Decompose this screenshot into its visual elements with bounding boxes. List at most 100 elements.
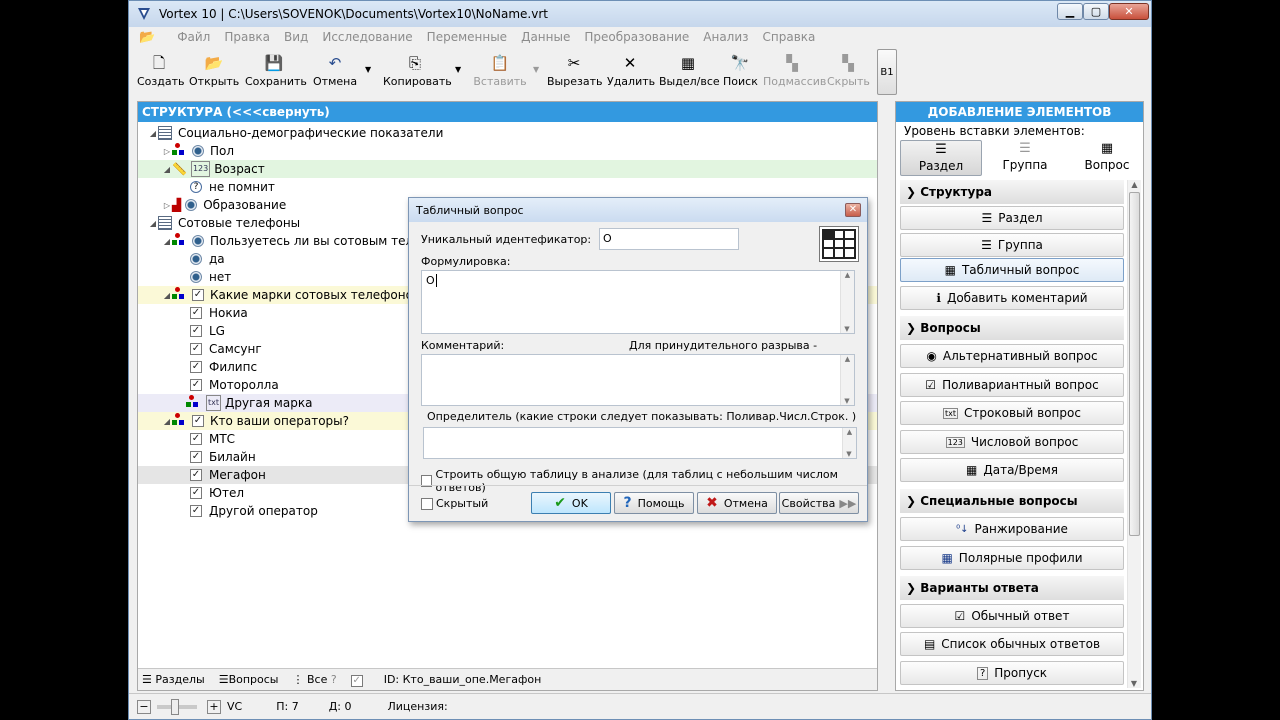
add-polar-profiles-button[interactable]: ▦ Полярные профили — [900, 546, 1124, 570]
add-skip-button[interactable]: ? Пропуск — [900, 661, 1124, 685]
collapsed-arrow-icon[interactable]: ▷ — [162, 201, 172, 210]
tab-section[interactable]: ☰ Раздел — [900, 140, 982, 176]
open-folder-icon[interactable]: 📂 — [139, 30, 155, 45]
tree-node-answer[interactable]: ? не помнит — [138, 178, 877, 196]
add-ranking-button[interactable]: ⁰↓ Ранжирование — [900, 517, 1124, 541]
help-icon[interactable]: ? — [331, 673, 337, 686]
close-button[interactable]: ✕ — [1109, 3, 1149, 20]
checkbox-filter[interactable]: ✓ — [350, 673, 370, 687]
collapse-arrow-icon: ❯ — [906, 321, 921, 335]
scroll-down-icon[interactable]: ▼ — [843, 450, 855, 458]
questions-filter-button[interactable]: ☰Вопросы — [219, 673, 279, 686]
zoom-slider[interactable] — [157, 698, 197, 715]
tab-group[interactable]: ☰ Группа — [984, 140, 1066, 176]
add-number-question-button[interactable]: 123 Числовой вопрос — [900, 430, 1124, 454]
tree-node-section[interactable]: ◢ Социально-демографические показатели — [138, 124, 877, 142]
tree-node-question[interactable]: ◢ 📏 123 Возраст — [138, 160, 877, 178]
expanded-arrow-icon[interactable]: ◢ — [162, 237, 172, 246]
create-button[interactable]: 🗋 Создать — [137, 51, 185, 95]
formulation-scrollbar[interactable]: ▲ ▼ — [840, 271, 854, 333]
b1-button[interactable]: B1 — [877, 49, 897, 95]
scroll-up-icon[interactable]: ▲ — [1128, 180, 1141, 189]
add-section-button[interactable]: ☰ Раздел — [900, 206, 1124, 230]
determinant-input[interactable]: ▲ ▼ — [423, 427, 857, 459]
search-button[interactable]: 🔭 Поиск — [723, 51, 758, 95]
add-alternative-question-button[interactable]: ◉ Альтернативный вопрос — [900, 344, 1124, 368]
build-table-checkbox[interactable]: Строить общую таблицу в анализе (для таб… — [421, 468, 867, 494]
menu-data[interactable]: Данные — [521, 30, 570, 44]
scroll-down-icon[interactable]: ▼ — [1128, 679, 1140, 688]
scroll-down-icon[interactable]: ▼ — [841, 397, 853, 405]
menu-analysis[interactable]: Анализ — [703, 30, 748, 44]
dialog-close-button[interactable]: ✕ — [845, 203, 861, 217]
add-string-question-button[interactable]: txt Строковый вопрос — [900, 401, 1124, 425]
add-datetime-question-button[interactable]: ▦ Дата/Время — [900, 458, 1124, 482]
save-button[interactable]: 💾 Сохранить — [245, 51, 307, 95]
menu-help[interactable]: Справка — [763, 30, 816, 44]
zoom-out-button[interactable]: − — [137, 699, 151, 714]
menu-edit[interactable]: Правка — [224, 30, 270, 44]
tab-question[interactable]: ▦ Вопрос — [1066, 140, 1148, 176]
help-button[interactable]: ? Помощь — [614, 492, 694, 514]
select-all-button[interactable]: ▦ Выдел/все — [659, 51, 720, 95]
add-answer-list-button[interactable]: ▤ Список обычных ответов — [900, 632, 1124, 656]
comment-textarea[interactable]: ▲ ▼ — [421, 354, 855, 406]
hide-button[interactable]: ▚ Скрыть — [827, 51, 870, 95]
open-button[interactable]: 📂 Открыть — [189, 51, 239, 95]
scroll-up-icon[interactable]: ▲ — [841, 271, 854, 279]
maximize-button[interactable]: ▢ — [1083, 3, 1109, 20]
right-panel-scrollbar[interactable]: ▲ ▼ — [1127, 180, 1141, 688]
expanded-arrow-icon[interactable]: ◢ — [148, 219, 158, 228]
properties-button[interactable]: Свойства ▶▶ — [779, 492, 859, 514]
add-group-button[interactable]: ☰ Группа — [900, 233, 1124, 257]
scroll-up-icon[interactable]: ▲ — [843, 428, 856, 436]
tree-node-question[interactable]: ▷ Пол — [138, 142, 877, 160]
section-answers-header[interactable]: ❯ Варианты ответа — [900, 576, 1124, 600]
section-questions-header[interactable]: ❯ Вопросы — [900, 316, 1124, 340]
menu-transform[interactable]: Преобразование — [584, 30, 689, 44]
section-structure-header[interactable]: ❯ Структура — [900, 180, 1124, 204]
undo-dropdown-icon[interactable]: ▼ — [365, 65, 371, 74]
expanded-arrow-icon[interactable]: ◢ — [162, 291, 172, 300]
p-count: П: 7 — [276, 700, 299, 713]
menu-variables[interactable]: Переменные — [427, 30, 507, 44]
zoom-slider-thumb[interactable] — [171, 698, 179, 715]
alternative-question-icon — [172, 233, 190, 249]
paste-dropdown-icon[interactable]: ▼ — [533, 65, 539, 74]
formulation-textarea[interactable]: О ▲ ▼ — [421, 270, 855, 334]
zoom-in-button[interactable]: + — [207, 699, 221, 714]
expanded-arrow-icon[interactable]: ◢ — [162, 165, 172, 174]
menu-research[interactable]: Исследование — [322, 30, 412, 44]
all-filter-button[interactable]: ⋮ Все ? — [292, 673, 336, 686]
structure-panel-header[interactable]: СТРУКТУРА (<<<свернуть) — [138, 102, 877, 122]
add-answer-button[interactable]: ☑ Обычный ответ — [900, 604, 1124, 628]
copy-button[interactable]: ⎘ Копировать — [383, 51, 452, 95]
determinant-scrollbar[interactable]: ▲ ▼ — [842, 428, 856, 458]
ok-button[interactable]: ✔ OK — [531, 492, 611, 514]
delete-button[interactable]: ✕ Удалить — [607, 51, 655, 95]
subarray-button[interactable]: ▚ Подмассив — [763, 51, 826, 95]
scrollbar-thumb[interactable] — [1129, 192, 1140, 536]
sections-filter-button[interactable]: ☰ Разделы — [142, 673, 205, 686]
section-special-header[interactable]: ❯ Специальные вопросы — [900, 489, 1124, 513]
paste-button[interactable]: 📋 Вставить — [473, 51, 527, 95]
menu-file[interactable]: Файл — [177, 30, 210, 44]
hidden-checkbox[interactable]: Скрытый — [421, 497, 488, 510]
id-input[interactable]: О — [599, 228, 739, 250]
comment-scrollbar[interactable]: ▲ ▼ — [840, 355, 854, 405]
menu-view[interactable]: Вид — [284, 30, 308, 44]
add-comment-button[interactable]: ℹ Добавить коментарий — [900, 286, 1124, 310]
scroll-down-icon[interactable]: ▼ — [841, 325, 853, 333]
undo-button[interactable]: ↶ Отмена — [313, 51, 357, 95]
expanded-arrow-icon[interactable]: ◢ — [148, 129, 158, 138]
add-multivariant-question-button[interactable]: ☑ Поливариантный вопрос — [900, 373, 1124, 397]
add-table-question-button[interactable]: ▦ Табличный вопрос — [900, 258, 1124, 282]
scroll-up-icon[interactable]: ▲ — [841, 355, 854, 363]
minimize-button[interactable]: ▁ — [1057, 3, 1083, 20]
expanded-arrow-icon[interactable]: ◢ — [162, 417, 172, 426]
checkbox-icon: ✓ — [190, 307, 202, 319]
cut-button[interactable]: ✂ Вырезать — [547, 51, 602, 95]
copy-dropdown-icon[interactable]: ▼ — [455, 65, 461, 74]
collapsed-arrow-icon[interactable]: ▷ — [162, 147, 172, 156]
cancel-button[interactable]: ✖ Отмена — [697, 492, 777, 514]
